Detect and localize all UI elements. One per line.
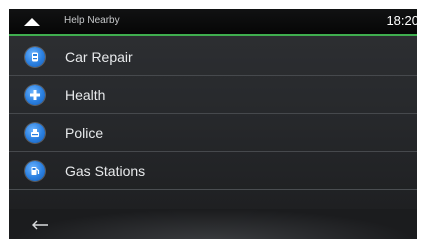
- list-item-police[interactable]: Police: [9, 114, 417, 152]
- list-item-label: Police: [65, 125, 104, 141]
- list-item-label: Car Repair: [65, 49, 133, 65]
- health-plus-icon: [25, 85, 45, 105]
- gas-station-icon: [25, 161, 45, 181]
- police-icon: [25, 123, 45, 143]
- list-item-label: Health: [65, 87, 106, 103]
- bottom-bar: [9, 209, 417, 239]
- top-bar: Help Nearby 18:20: [9, 9, 417, 36]
- up-arrow-icon[interactable]: [24, 18, 40, 26]
- back-arrow-icon[interactable]: [31, 218, 49, 236]
- list-item-label: Gas Stations: [65, 163, 146, 179]
- screen: Help Nearby 18:20 Car Repair Health Poli…: [9, 9, 417, 239]
- list-item-health[interactable]: Health: [9, 76, 417, 114]
- clock: 18:20: [386, 13, 417, 28]
- page-title: Help Nearby: [64, 15, 120, 26]
- list-item-gas-stations[interactable]: Gas Stations: [9, 152, 417, 190]
- category-list: Car Repair Health Police Gas Stations: [9, 38, 417, 190]
- car-repair-icon: [25, 47, 45, 67]
- list-item-car-repair[interactable]: Car Repair: [9, 38, 417, 76]
